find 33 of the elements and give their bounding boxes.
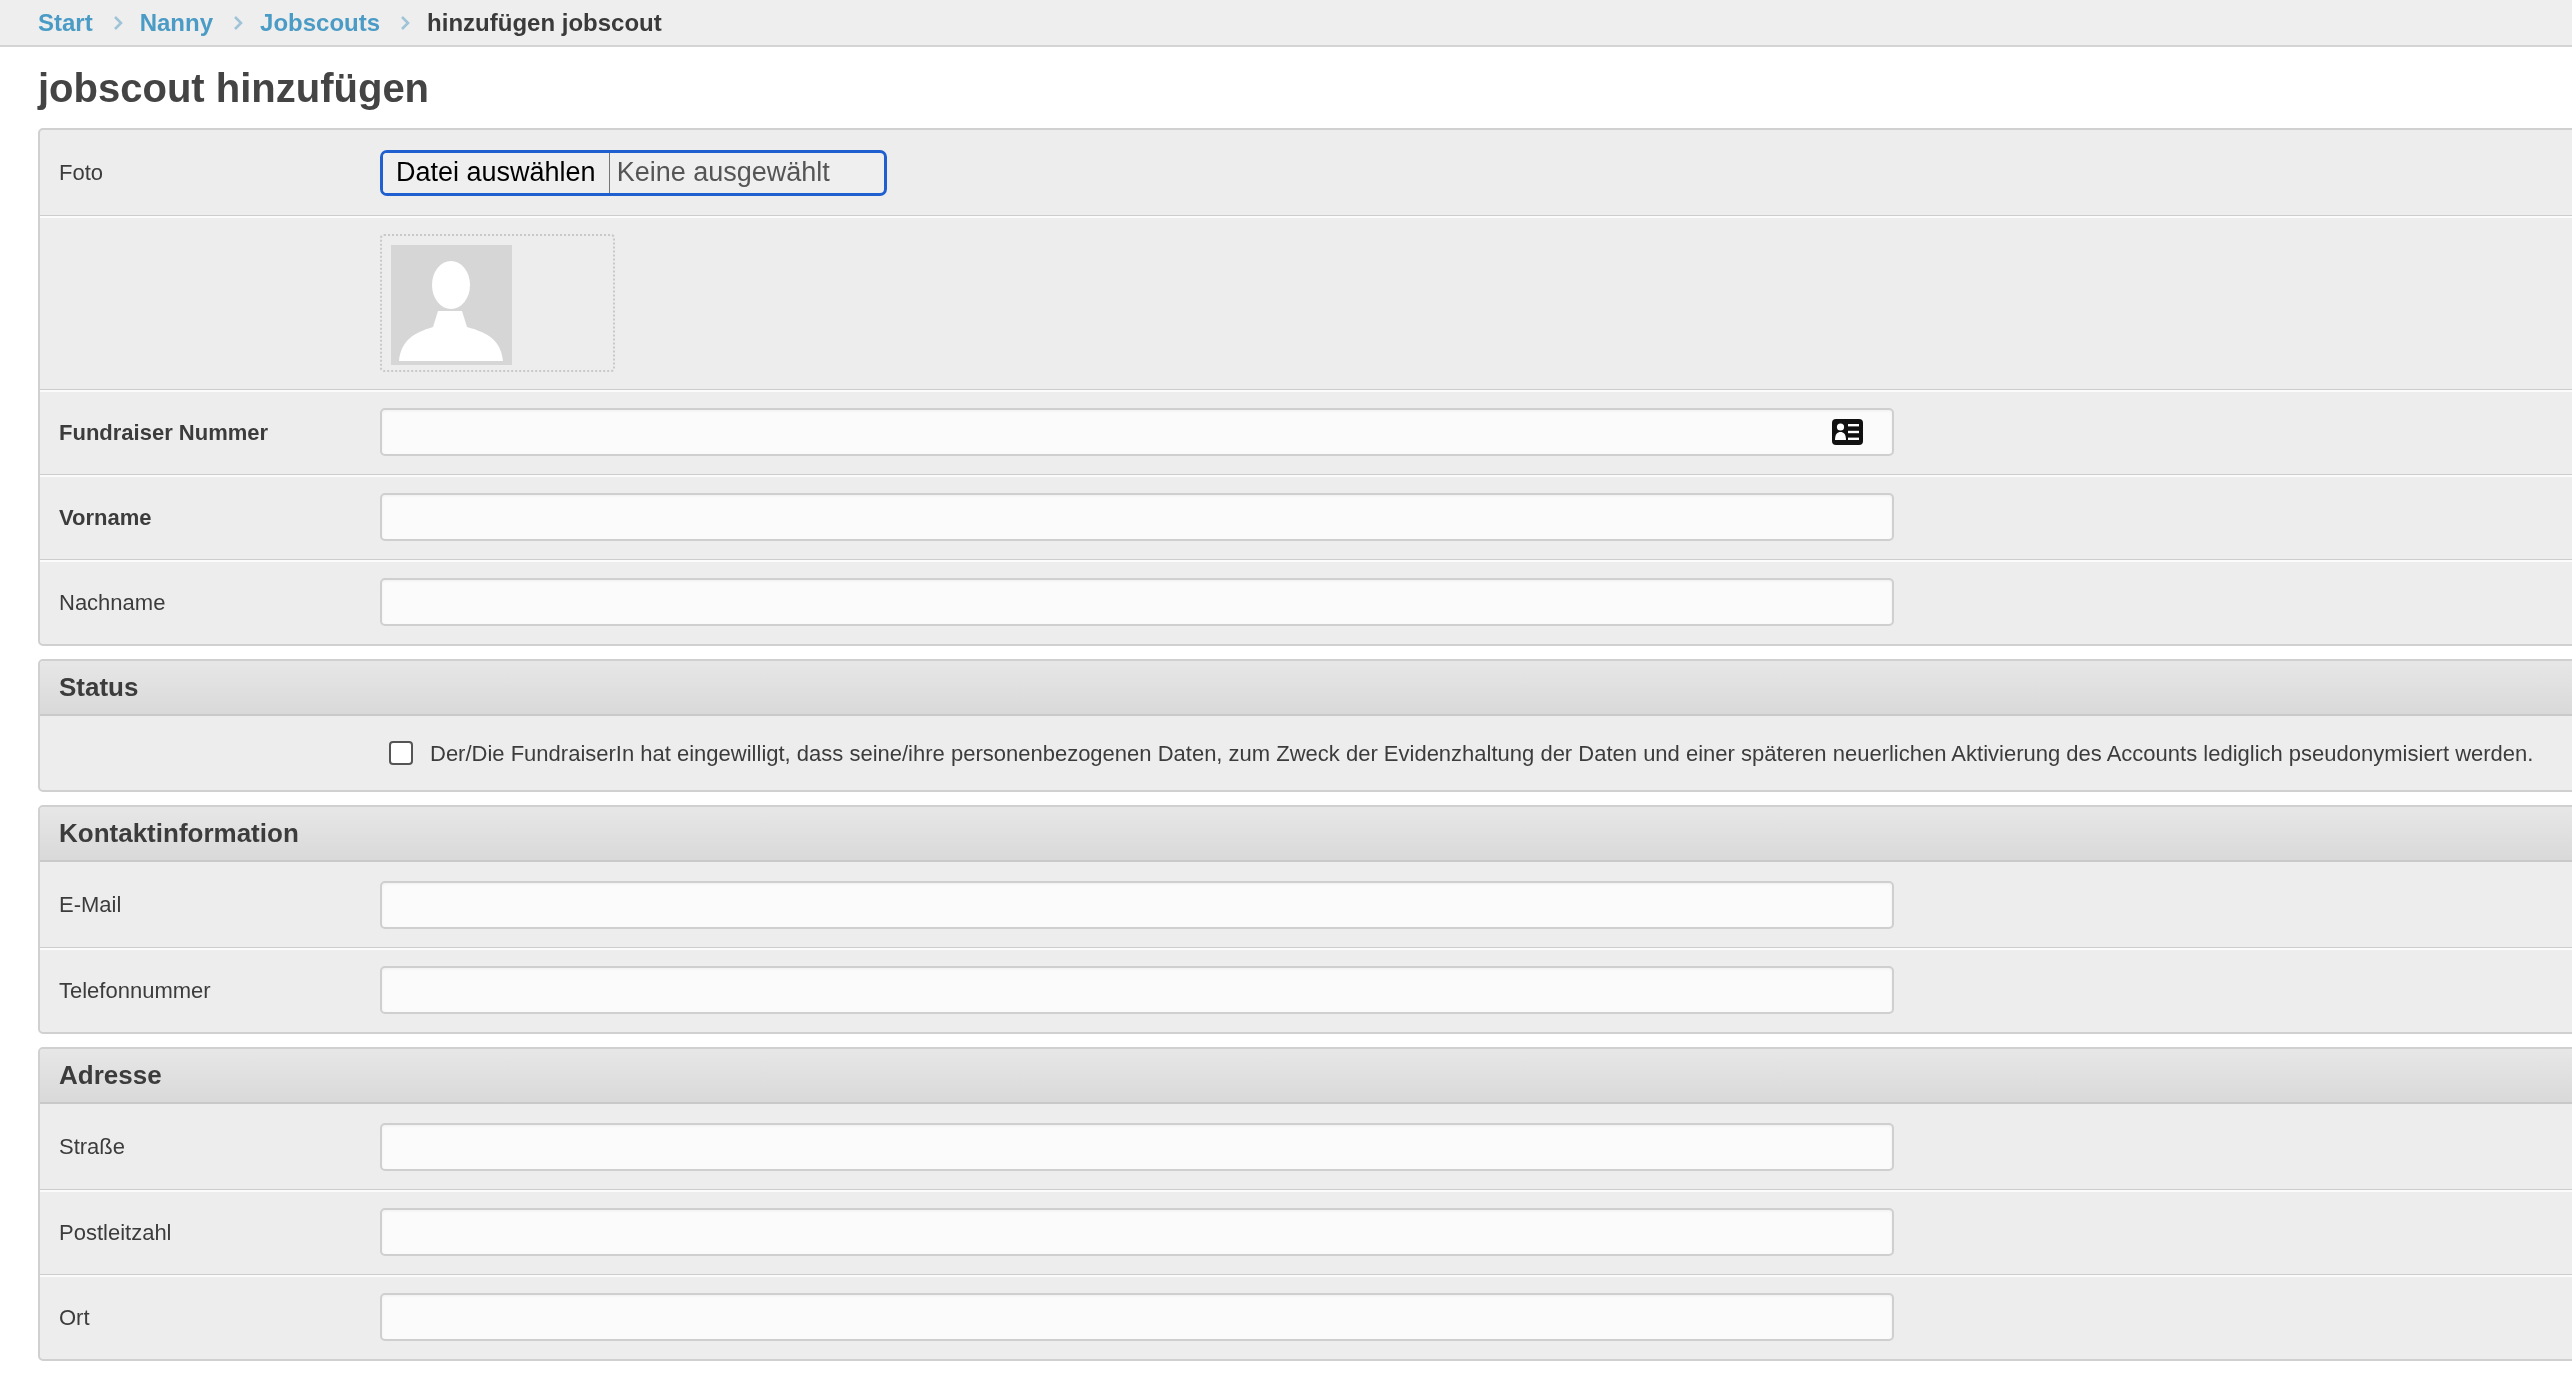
chevron-right-icon bbox=[233, 14, 244, 31]
text-field[interactable] bbox=[380, 493, 1894, 541]
field-label: Fundraiser Nummer bbox=[58, 418, 270, 447]
text-field[interactable] bbox=[380, 880, 1894, 929]
field-label: E-Mail bbox=[58, 891, 123, 919]
file-input[interactable]: Datei auswählen Keine ausgewählt bbox=[380, 149, 887, 196]
section-heading: Kontaktinformation bbox=[40, 807, 2572, 862]
choose-file-button[interactable]: Datei auswählen bbox=[383, 152, 610, 193]
breadcrumb-link[interactable]: Start bbox=[38, 4, 93, 41]
page-title: jobscout hinzufügen bbox=[36, 64, 431, 112]
chevron-right-icon bbox=[400, 14, 411, 31]
breadcrumb-link[interactable]: Nanny bbox=[139, 4, 214, 41]
field-label: Ort bbox=[58, 1303, 91, 1332]
breadcrumb-current: hinzufügen jobscout bbox=[427, 7, 662, 38]
section-heading: Adresse bbox=[40, 1049, 2572, 1104]
text-field[interactable] bbox=[380, 1208, 1894, 1256]
field-label: Foto bbox=[58, 159, 105, 187]
consent-text: Der/Die FundraiserIn hat eingewilligt, dass seine/ihre personenbezogenen Daten, zum Zweck der Evidenzhaltung der Daten und einer späteren neuerlichen Aktivierung des Accounts lediglich pseudonymisiert werden. bbox=[430, 739, 2534, 768]
field-label: Straße bbox=[58, 1133, 127, 1161]
section-heading: Status bbox=[40, 661, 2572, 716]
text-field[interactable] bbox=[380, 1293, 1894, 1341]
text-field[interactable] bbox=[380, 966, 1894, 1014]
field-label: Nachname bbox=[58, 588, 167, 617]
file-name-text: Keine ausgewählt bbox=[615, 157, 830, 188]
field-label: Postleitzahl bbox=[58, 1218, 173, 1247]
text-field[interactable] bbox=[380, 578, 1894, 626]
field-label: Telefonnummer bbox=[58, 976, 212, 1005]
breadcrumb-link[interactable]: Jobscouts bbox=[260, 4, 381, 41]
field-label: Vorname bbox=[58, 503, 153, 532]
chevron-right-icon bbox=[112, 14, 123, 31]
text-field[interactable] bbox=[380, 1122, 1894, 1171]
text-field[interactable] bbox=[380, 408, 1894, 456]
checkbox[interactable] bbox=[389, 741, 413, 765]
